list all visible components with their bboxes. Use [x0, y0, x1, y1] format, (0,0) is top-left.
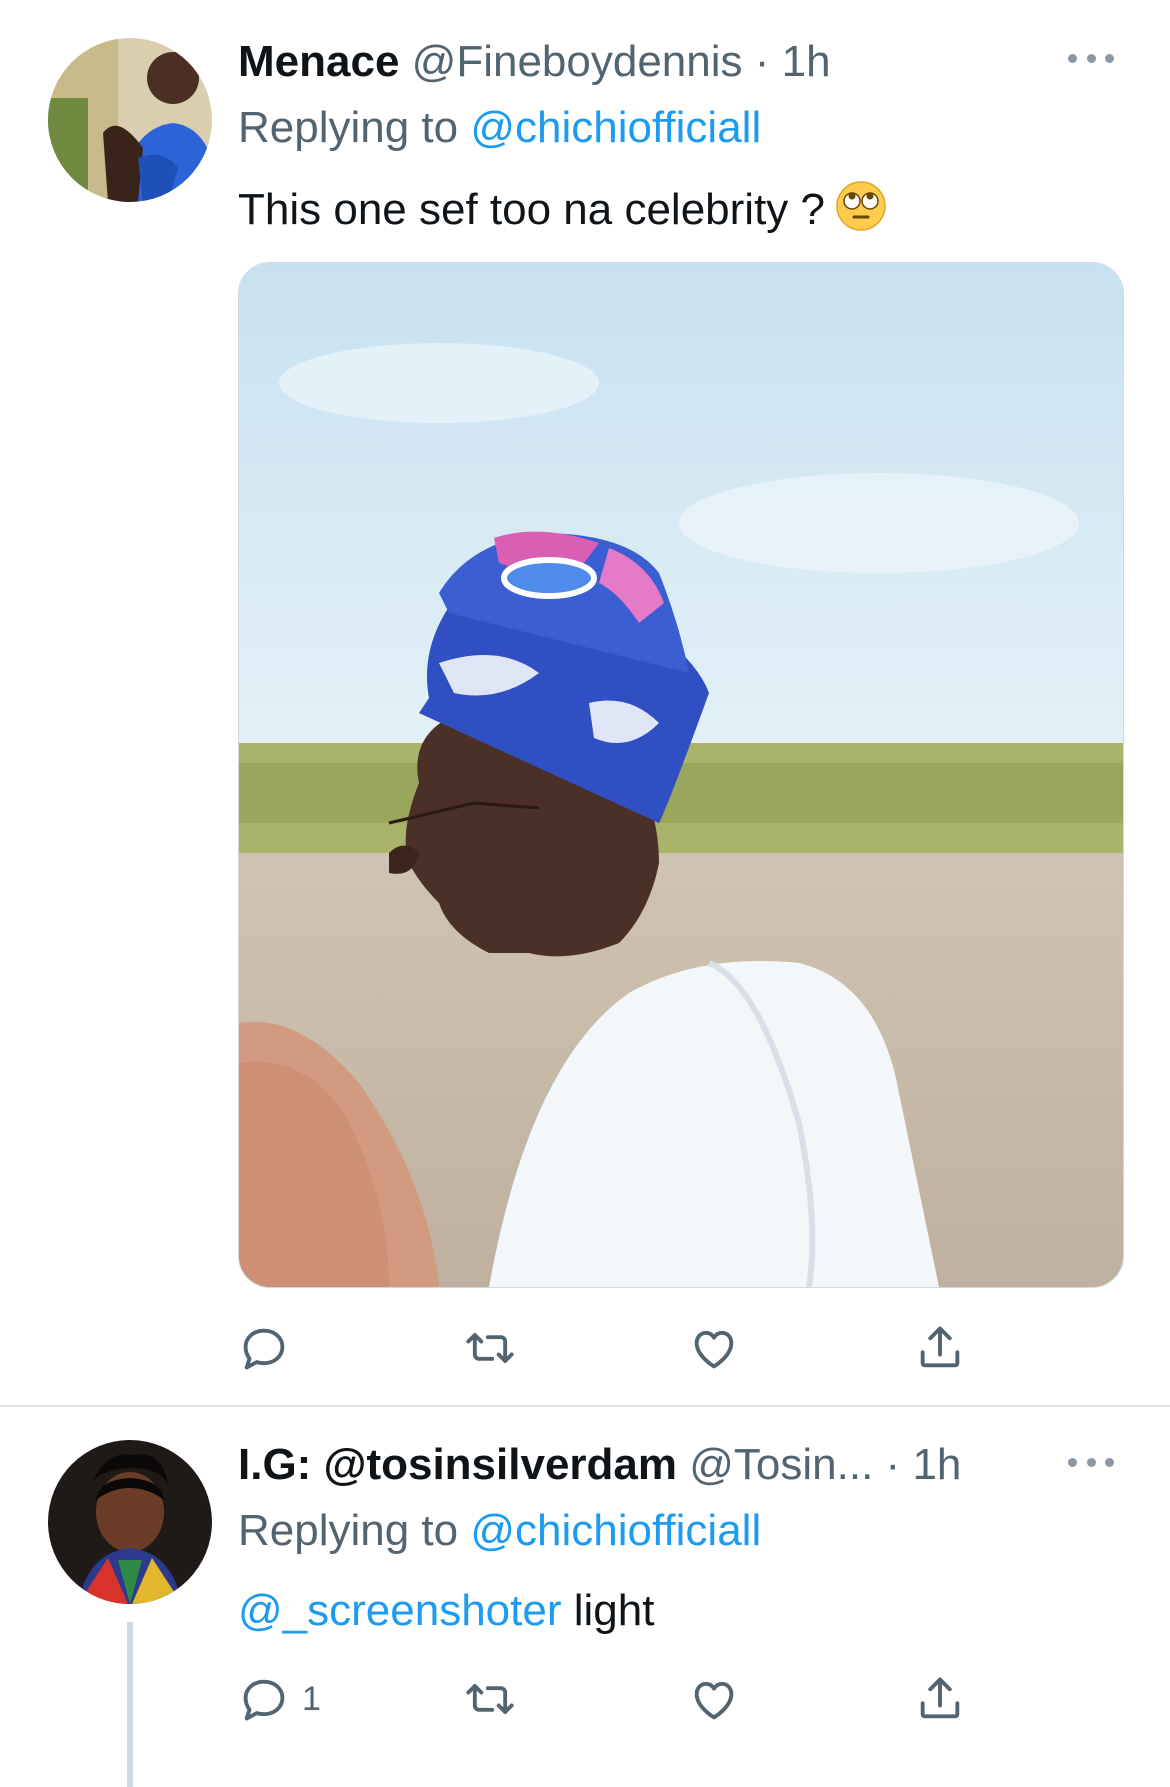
tweet-header: Menace @Fineboydennis · 1h: [238, 34, 831, 90]
tweet-2[interactable]: I.G: @tosinsilverdam @Tosin... · 1h Repl…: [0, 1407, 1170, 1787]
replying-to: Replying to @chichiofficiall: [238, 1503, 761, 1559]
share-icon: [920, 1326, 960, 1368]
reply-icon: [243, 1328, 285, 1370]
like-icon: [694, 1330, 734, 1369]
retweet-button[interactable]: [464, 1318, 528, 1378]
user-handle[interactable]: @Tosin...: [689, 1440, 873, 1489]
tweet-actions: 1: [238, 1669, 998, 1729]
share-button[interactable]: [914, 1318, 966, 1378]
more-icon[interactable]: [1068, 1452, 1114, 1472]
tweet-text-content: This one sef too na celebrity ?: [238, 185, 825, 234]
reply-button[interactable]: 1: [238, 1669, 321, 1729]
like-icon: [694, 1681, 734, 1720]
like-button[interactable]: [688, 1318, 752, 1378]
separator: ·: [754, 37, 770, 86]
display-name[interactable]: Menace: [238, 37, 399, 86]
share-icon: [920, 1677, 960, 1719]
timestamp[interactable]: 1h: [782, 37, 831, 86]
avatar[interactable]: [48, 1440, 212, 1604]
face-with-rolling-eyes-icon: [836, 181, 886, 231]
tweet-1[interactable]: Menace @Fineboydennis · 1h Replying to @…: [0, 0, 1170, 1407]
tweet-text: This one sef too na celebrity ?: [238, 180, 887, 238]
replying-prefix: Replying to: [238, 103, 459, 152]
thread-connector-line: [127, 1622, 133, 1787]
user-handle[interactable]: @Fineboydennis: [412, 37, 743, 86]
share-button[interactable]: [914, 1669, 966, 1729]
tweet-text-content: light: [573, 1586, 655, 1635]
like-button[interactable]: [688, 1669, 752, 1729]
display-name[interactable]: I.G: @tosinsilverdam: [238, 1440, 677, 1489]
tweet-header: I.G: @tosinsilverdam @Tosin... · 1h: [238, 1437, 961, 1493]
replying-prefix: Replying to: [238, 1506, 459, 1555]
retweet-icon: [466, 1333, 514, 1363]
tweet-text: @_screenshoter light: [238, 1583, 654, 1639]
timestamp[interactable]: 1h: [912, 1440, 961, 1489]
tweet-actions: [238, 1318, 998, 1378]
retweet-button[interactable]: [464, 1669, 528, 1729]
reply-button[interactable]: [238, 1318, 302, 1378]
more-icon[interactable]: [1068, 48, 1114, 68]
retweet-icon: [466, 1684, 514, 1714]
avatar[interactable]: [48, 38, 212, 202]
replying-to: Replying to @chichiofficiall: [238, 100, 761, 156]
replying-to-mention[interactable]: @chichiofficiall: [470, 103, 761, 152]
reply-count: 1: [302, 1679, 321, 1718]
reply-icon: [243, 1679, 285, 1721]
tweet-mention[interactable]: @_screenshoter: [238, 1586, 562, 1635]
tweet-media-photo[interactable]: [238, 262, 1124, 1288]
separator: ·: [885, 1440, 901, 1489]
replying-to-mention[interactable]: @chichiofficiall: [470, 1506, 761, 1555]
